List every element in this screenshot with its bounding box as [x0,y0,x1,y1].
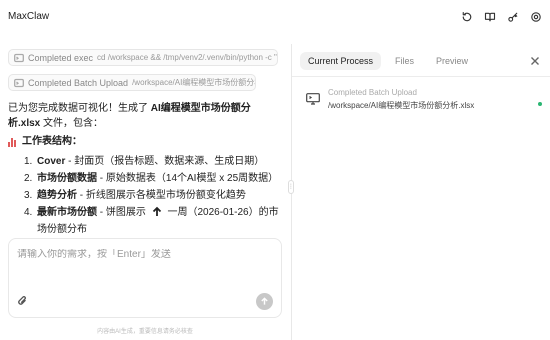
book-icon[interactable] [482,9,498,25]
chip-title: Completed Batch Upload [28,77,129,88]
assistant-message: 已为您完成数据可视化！生成了 AI编程模型市场份额分析.xlsx 文件，包含： … [8,101,283,238]
tab-preview[interactable]: Preview [428,52,476,70]
terminal-icon [14,53,24,63]
list-item: 4. 最新市场份额 - 饼图展示 一周（2026-01-26）的市场份额分布 [24,204,283,238]
monitor-icon [306,93,320,105]
sheet-name: 市场份额数据 [37,173,97,184]
refresh-icon[interactable] [459,9,475,25]
tool-call-chip-exec[interactable]: Completed exec cd /workspace && /tmp/ven… [8,49,278,66]
chat-pane: Completed exec cd /workspace && /tmp/ven… [0,34,290,340]
sheet-desc: - 封面页（报告标题、数据来源、生成日期） [65,156,265,167]
scroll-to-bottom-arrow-icon[interactable] [151,206,163,218]
top-bar: MaxClaw [0,0,550,34]
intro-suffix: 文件，包含： [40,118,104,129]
intro-prefix: 已为您完成数据可视化！生成了 [8,103,151,114]
send-button[interactable] [256,293,273,310]
close-icon[interactable] [530,56,542,68]
list-item: 1. Cover - 封面页（报告标题、数据来源、生成日期） [24,153,283,170]
sheet-name: 趋势分析 [37,190,77,201]
ai-disclaimer: 内容由AI生成，重要信息请务必核查 [97,329,193,335]
message-intro: 已为您完成数据可视化！生成了 AI编程模型市场份额分析.xlsx 文件，包含： [8,101,283,131]
sheet-desc: - 折线图展示各模型市场份额变化趋势 [77,190,246,201]
arrow-up-icon [261,297,268,305]
header-actions [459,9,544,25]
sheet-name: Cover [37,156,66,167]
status-dot [538,102,542,106]
list-number: 4. [24,207,33,218]
sheet-list: 1. Cover - 封面页（报告标题、数据来源、生成日期） 2. 市场份额数据… [24,153,283,238]
tab-files[interactable]: Files [387,52,422,70]
paperclip-icon[interactable] [17,295,31,309]
list-item: 2. 市场份额数据 - 原始数据表（14个AI模型 x 25周数据） [24,170,283,187]
list-number: 2. [24,173,33,184]
key-icon[interactable] [505,9,521,25]
list-item: 3. 趋势分析 - 折线图展示各模型市场份额变化趋势 [24,187,283,204]
bar-chart-icon [8,137,18,147]
panel-separator [292,76,550,77]
process-title: Completed Batch Upload [328,88,417,97]
process-panel: Current Process Files Preview Completed … [292,44,550,340]
tab-current-process[interactable]: Current Process [300,52,382,70]
tool-call-chip-upload[interactable]: Completed Batch Upload /workspace/AI编程模型… [8,74,256,91]
sheet-desc: - 饼图展示 [97,207,149,218]
chip-command: cd /workspace && /tmp/venv2/.venv/bin/py… [97,53,278,62]
list-number: 3. [24,190,33,201]
section-title: 工作表结构： [22,136,82,147]
section-heading: 工作表结构： [8,134,283,149]
sheet-desc: - 原始数据表（14个AI模型 x 25周数据） [97,173,279,184]
list-number: 1. [24,156,33,167]
message-input[interactable] [17,249,272,260]
process-path: /workspace/AI编程模型市场份额分析.xlsx [328,101,475,110]
process-item[interactable]: Completed Batch Upload /workspace/AI编程模型… [306,88,542,116]
chip-title: Completed exec [28,52,94,63]
message-composer [8,238,282,318]
terminal-icon [14,78,24,88]
app-title: MaxClaw [8,11,50,22]
chip-path: /workspace/AI编程模型市场份额分析.xlsx [132,78,255,87]
settings-icon[interactable] [528,9,544,25]
panel-tabs: Current Process Files Preview [300,52,482,70]
sheet-name: 最新市场份额 [37,207,97,218]
